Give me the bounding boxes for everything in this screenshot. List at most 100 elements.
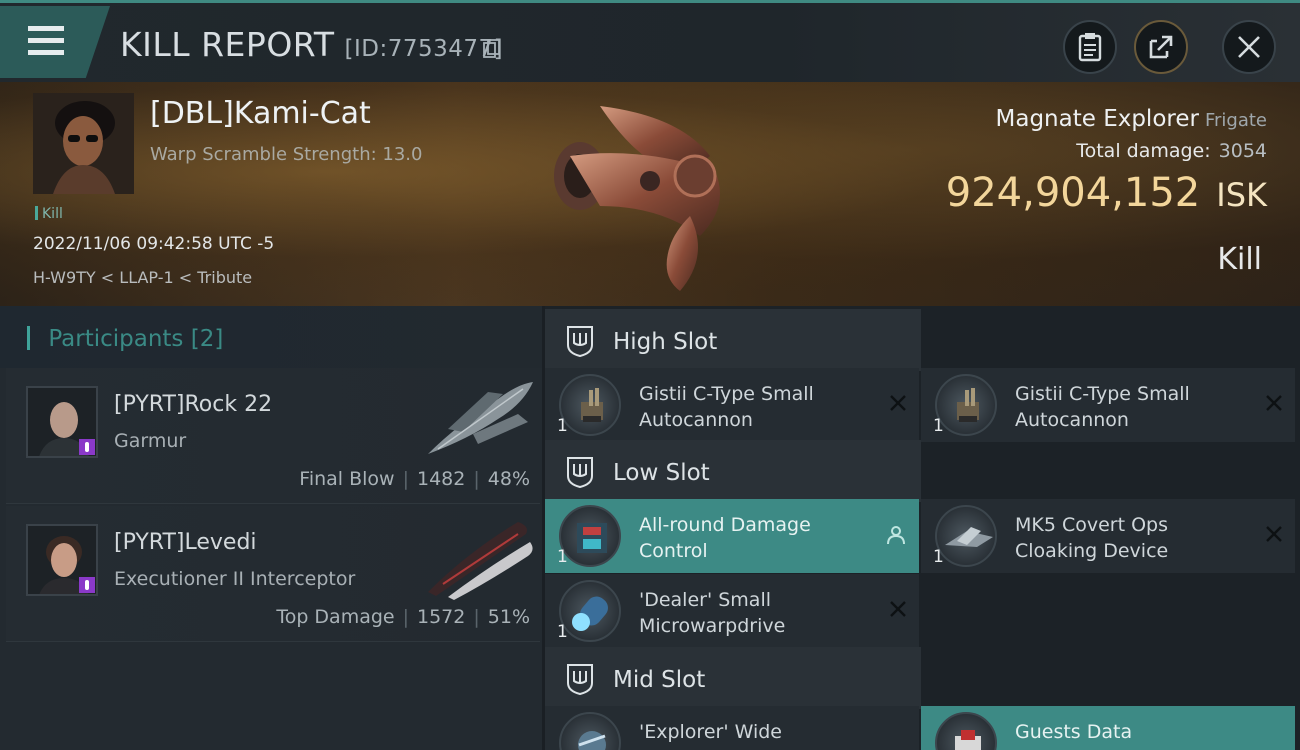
participant-avatar[interactable] <box>26 386 98 458</box>
module-name: Gistii C-Type Small Autocannon <box>639 383 814 431</box>
victim-summary: [DBL]Kami-Cat Warp Scramble Strength: 13… <box>0 82 1300 306</box>
module-item[interactable]: 1 Gistii C-Type Small Autocannon <box>545 368 919 442</box>
high-slot-header: High Slot <box>545 309 1300 371</box>
menu-icon <box>28 26 64 31</box>
module-name: MK5 Covert Ops Cloaking Device <box>1015 514 1169 562</box>
copy-icon[interactable] <box>483 39 501 59</box>
participant-damage: 1482 <box>417 468 466 490</box>
dropped-person-icon <box>887 526 905 545</box>
module-item[interactable]: 1 MK5 Covert Ops Cloaking Device <box>921 499 1295 573</box>
low-slot-header: Low Slot <box>545 440 1300 502</box>
participants-title: Participants [2] <box>27 326 223 352</box>
module-qty: 1 <box>933 547 944 567</box>
total-damage-label: Total damage: <box>1076 140 1211 162</box>
isk-value: 924,904,152 <box>945 170 1201 216</box>
module-name: Guests Data <box>1015 721 1133 743</box>
top-bar: KILL REPORT [ID:7753477] <box>0 0 1300 82</box>
module-name: All-round Damage Control <box>639 514 811 562</box>
ship-name: Magnate Explorer <box>995 106 1199 132</box>
participant-stats: Final Blow | 1482 | 48% <box>299 468 530 490</box>
participants-label: Participants <box>48 326 184 352</box>
clipboard-button[interactable] <box>1063 20 1117 74</box>
data-analyzer-icon <box>935 712 997 750</box>
participant-name[interactable]: [PYRT]Levedi <box>114 530 257 555</box>
participant-percent: 51% <box>487 606 530 628</box>
module-item[interactable]: 'Explorer' Wide <box>545 706 919 750</box>
kill-timestamp: 2022/11/06 09:42:58 UTC -5 <box>33 234 275 254</box>
page-title: KILL REPORT [ID:7753477] <box>120 25 503 64</box>
mid-slot-icon <box>567 664 593 695</box>
menu-icon-bar <box>28 38 64 43</box>
participant-row[interactable]: [PYRT]Levedi Executioner II Interceptor … <box>6 506 540 642</box>
low-slot-label: Low Slot <box>613 460 710 486</box>
close-icon <box>1238 36 1260 58</box>
kill-location[interactable]: H-W9TY < LLAP-1 < Tribute <box>33 268 252 287</box>
close-button[interactable] <box>1222 20 1276 74</box>
module-name: 'Explorer' Wide <box>639 721 782 743</box>
participant-role: Top Damage <box>276 606 395 628</box>
share-button[interactable] <box>1134 20 1188 74</box>
isk-unit: ISK <box>1216 176 1267 214</box>
participant-ship: Executioner II Interceptor <box>114 568 356 590</box>
microwarpdrive-icon <box>559 580 621 642</box>
mid-slot-label: Mid Slot <box>613 667 706 693</box>
isk-value-line: 924,904,152 ISK <box>946 170 1267 216</box>
participant-ship-image[interactable] <box>418 512 538 602</box>
participant-percent: 48% <box>487 468 530 490</box>
damage-control-icon <box>559 505 621 567</box>
destroyed-icon <box>1266 526 1282 542</box>
warp-scramble-strength: Warp Scramble Strength: 13.0 <box>150 144 423 165</box>
participants-count: [2] <box>190 326 224 352</box>
menu-button[interactable] <box>0 6 110 78</box>
slot-header-bg <box>545 440 921 502</box>
victim-avatar[interactable] <box>33 93 134 194</box>
module-qty: 1 <box>557 416 568 436</box>
destroyed-icon <box>1266 395 1282 411</box>
module-name: 'Dealer' Small Microwarpdrive <box>639 589 786 637</box>
participant-stats: Top Damage | 1572 | 51% <box>276 606 530 628</box>
module-qty: 1 <box>557 547 568 567</box>
participant-damage: 1572 <box>417 606 466 628</box>
module-item[interactable]: 1 All-round Damage Control <box>545 499 919 573</box>
high-slot-label: High Slot <box>613 329 718 355</box>
mid-slot-header: Mid Slot <box>545 647 1300 709</box>
result-label: Kill <box>1217 242 1262 277</box>
high-slot-icon <box>567 326 593 357</box>
destroyed-icon <box>890 601 906 617</box>
total-damage-line: Total damage: 3054 <box>1076 140 1267 162</box>
pilot-badge-icon <box>79 577 95 593</box>
slot-header-bg <box>545 647 921 709</box>
share-icon <box>1149 35 1173 59</box>
participants-header: Participants [2] <box>0 306 542 368</box>
participants-panel: Participants [2] [PYRT]Rock 22 Garmur Fi… <box>0 306 542 750</box>
module-item[interactable]: 1 Gistii C-Type Small Autocannon <box>921 368 1295 442</box>
victim-name[interactable]: [DBL]Kami-Cat <box>150 96 371 131</box>
module-qty: 1 <box>557 622 568 642</box>
participant-avatar[interactable] <box>26 524 98 596</box>
participant-ship: Garmur <box>114 430 187 452</box>
pilot-badge-icon <box>79 439 95 455</box>
total-damage-value: 3054 <box>1218 140 1267 162</box>
scanner-icon <box>559 712 621 750</box>
autocannon-icon <box>559 374 621 436</box>
module-qty: 1 <box>933 416 944 436</box>
title-label: KILL REPORT <box>120 25 335 64</box>
menu-icon-bar <box>28 50 64 55</box>
participant-ship-image[interactable] <box>418 374 538 464</box>
fitting-panel: High Slot 1 Gistii C-Type Small Autocann… <box>545 306 1300 750</box>
module-name: Gistii C-Type Small Autocannon <box>1015 383 1190 431</box>
ship-class: Frigate <box>1204 110 1267 131</box>
low-slot-icon <box>567 457 593 488</box>
destroyed-icon <box>890 395 906 411</box>
report-id: [ID:7753477] <box>344 36 504 62</box>
module-item[interactable]: Guests Data <box>921 706 1295 750</box>
kill-tag: Kill <box>35 206 63 222</box>
ship-name-line[interactable]: Magnate Explorer Frigate <box>996 106 1268 132</box>
participant-name[interactable]: [PYRT]Rock 22 <box>114 392 272 417</box>
participant-row[interactable]: [PYRT]Rock 22 Garmur Final Blow | 1482 | 48% <box>6 368 540 504</box>
slot-header-bg <box>545 309 921 371</box>
cloaking-device-icon <box>935 505 997 567</box>
victim-ship-image[interactable] <box>540 96 750 296</box>
module-item[interactable]: 1 'Dealer' Small Microwarpdrive <box>545 574 919 648</box>
victim-portrait-image <box>33 93 134 194</box>
